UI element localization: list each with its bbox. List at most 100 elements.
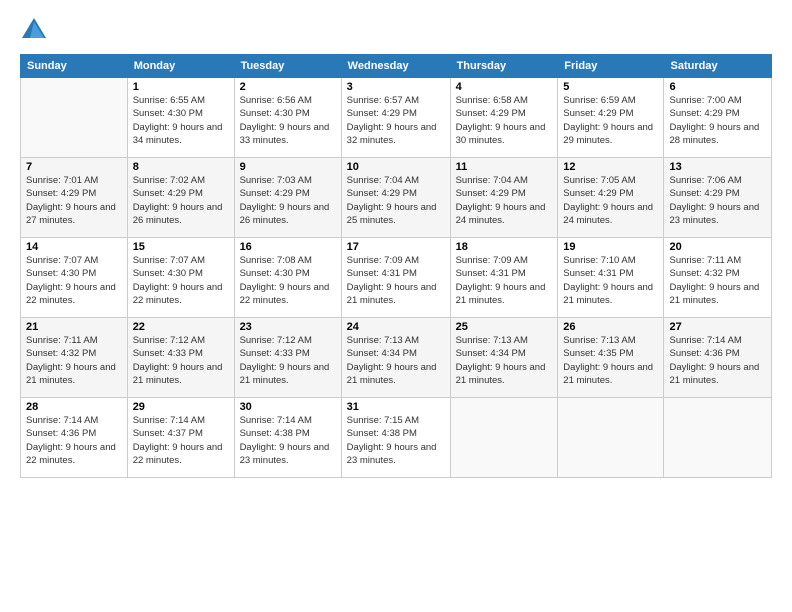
calendar-cell: 20Sunrise: 7:11 AM Sunset: 4:32 PM Dayli…	[664, 238, 772, 318]
calendar-cell: 7Sunrise: 7:01 AM Sunset: 4:29 PM Daylig…	[21, 158, 128, 238]
day-number: 24	[347, 321, 445, 333]
day-info: Sunrise: 6:56 AM Sunset: 4:30 PM Dayligh…	[240, 94, 336, 147]
logo	[20, 16, 52, 44]
day-number: 13	[669, 161, 766, 173]
day-info: Sunrise: 7:05 AM Sunset: 4:29 PM Dayligh…	[563, 174, 658, 227]
calendar-cell	[664, 398, 772, 478]
day-info: Sunrise: 7:07 AM Sunset: 4:30 PM Dayligh…	[26, 254, 122, 307]
calendar-week-1: 1Sunrise: 6:55 AM Sunset: 4:30 PM Daylig…	[21, 78, 772, 158]
day-info: Sunrise: 7:12 AM Sunset: 4:33 PM Dayligh…	[240, 334, 336, 387]
logo-icon	[20, 16, 48, 44]
calendar-header-monday: Monday	[127, 55, 234, 78]
calendar-cell: 31Sunrise: 7:15 AM Sunset: 4:38 PM Dayli…	[341, 398, 450, 478]
calendar-week-5: 28Sunrise: 7:14 AM Sunset: 4:36 PM Dayli…	[21, 398, 772, 478]
day-info: Sunrise: 6:58 AM Sunset: 4:29 PM Dayligh…	[456, 94, 553, 147]
header	[20, 16, 772, 44]
day-number: 22	[133, 321, 229, 333]
day-number: 6	[669, 81, 766, 93]
calendar-header-wednesday: Wednesday	[341, 55, 450, 78]
day-number: 25	[456, 321, 553, 333]
calendar-cell: 3Sunrise: 6:57 AM Sunset: 4:29 PM Daylig…	[341, 78, 450, 158]
calendar-cell: 8Sunrise: 7:02 AM Sunset: 4:29 PM Daylig…	[127, 158, 234, 238]
calendar-cell: 16Sunrise: 7:08 AM Sunset: 4:30 PM Dayli…	[234, 238, 341, 318]
day-info: Sunrise: 7:14 AM Sunset: 4:38 PM Dayligh…	[240, 414, 336, 467]
calendar-cell: 27Sunrise: 7:14 AM Sunset: 4:36 PM Dayli…	[664, 318, 772, 398]
day-number: 15	[133, 241, 229, 253]
calendar-cell: 10Sunrise: 7:04 AM Sunset: 4:29 PM Dayli…	[341, 158, 450, 238]
day-info: Sunrise: 7:12 AM Sunset: 4:33 PM Dayligh…	[133, 334, 229, 387]
calendar-cell: 13Sunrise: 7:06 AM Sunset: 4:29 PM Dayli…	[664, 158, 772, 238]
calendar-cell: 24Sunrise: 7:13 AM Sunset: 4:34 PM Dayli…	[341, 318, 450, 398]
day-info: Sunrise: 7:13 AM Sunset: 4:34 PM Dayligh…	[347, 334, 445, 387]
day-info: Sunrise: 7:04 AM Sunset: 4:29 PM Dayligh…	[456, 174, 553, 227]
calendar-cell: 29Sunrise: 7:14 AM Sunset: 4:37 PM Dayli…	[127, 398, 234, 478]
day-info: Sunrise: 7:02 AM Sunset: 4:29 PM Dayligh…	[133, 174, 229, 227]
calendar-cell: 26Sunrise: 7:13 AM Sunset: 4:35 PM Dayli…	[558, 318, 664, 398]
calendar-week-2: 7Sunrise: 7:01 AM Sunset: 4:29 PM Daylig…	[21, 158, 772, 238]
day-number: 27	[669, 321, 766, 333]
day-number: 30	[240, 401, 336, 413]
day-info: Sunrise: 6:55 AM Sunset: 4:30 PM Dayligh…	[133, 94, 229, 147]
day-number: 28	[26, 401, 122, 413]
day-info: Sunrise: 7:11 AM Sunset: 4:32 PM Dayligh…	[26, 334, 122, 387]
day-info: Sunrise: 7:01 AM Sunset: 4:29 PM Dayligh…	[26, 174, 122, 227]
day-info: Sunrise: 7:07 AM Sunset: 4:30 PM Dayligh…	[133, 254, 229, 307]
day-number: 3	[347, 81, 445, 93]
day-number: 21	[26, 321, 122, 333]
calendar-cell: 22Sunrise: 7:12 AM Sunset: 4:33 PM Dayli…	[127, 318, 234, 398]
calendar-cell: 21Sunrise: 7:11 AM Sunset: 4:32 PM Dayli…	[21, 318, 128, 398]
calendar-header-sunday: Sunday	[21, 55, 128, 78]
calendar-week-3: 14Sunrise: 7:07 AM Sunset: 4:30 PM Dayli…	[21, 238, 772, 318]
day-number: 9	[240, 161, 336, 173]
calendar-cell: 28Sunrise: 7:14 AM Sunset: 4:36 PM Dayli…	[21, 398, 128, 478]
calendar-cell: 4Sunrise: 6:58 AM Sunset: 4:29 PM Daylig…	[450, 78, 558, 158]
day-number: 19	[563, 241, 658, 253]
calendar-cell: 17Sunrise: 7:09 AM Sunset: 4:31 PM Dayli…	[341, 238, 450, 318]
day-number: 5	[563, 81, 658, 93]
calendar-header-tuesday: Tuesday	[234, 55, 341, 78]
day-info: Sunrise: 6:59 AM Sunset: 4:29 PM Dayligh…	[563, 94, 658, 147]
page: SundayMondayTuesdayWednesdayThursdayFrid…	[0, 0, 792, 612]
day-number: 14	[26, 241, 122, 253]
day-info: Sunrise: 7:14 AM Sunset: 4:36 PM Dayligh…	[669, 334, 766, 387]
day-info: Sunrise: 7:13 AM Sunset: 4:35 PM Dayligh…	[563, 334, 658, 387]
day-number: 1	[133, 81, 229, 93]
calendar-cell: 23Sunrise: 7:12 AM Sunset: 4:33 PM Dayli…	[234, 318, 341, 398]
day-number: 26	[563, 321, 658, 333]
day-info: Sunrise: 7:14 AM Sunset: 4:37 PM Dayligh…	[133, 414, 229, 467]
calendar-cell: 1Sunrise: 6:55 AM Sunset: 4:30 PM Daylig…	[127, 78, 234, 158]
day-number: 8	[133, 161, 229, 173]
day-info: Sunrise: 7:00 AM Sunset: 4:29 PM Dayligh…	[669, 94, 766, 147]
day-number: 10	[347, 161, 445, 173]
day-number: 2	[240, 81, 336, 93]
calendar-header-row: SundayMondayTuesdayWednesdayThursdayFrid…	[21, 55, 772, 78]
calendar-cell: 9Sunrise: 7:03 AM Sunset: 4:29 PM Daylig…	[234, 158, 341, 238]
calendar-cell: 11Sunrise: 7:04 AM Sunset: 4:29 PM Dayli…	[450, 158, 558, 238]
day-number: 20	[669, 241, 766, 253]
calendar-cell: 5Sunrise: 6:59 AM Sunset: 4:29 PM Daylig…	[558, 78, 664, 158]
calendar-header-friday: Friday	[558, 55, 664, 78]
day-info: Sunrise: 7:09 AM Sunset: 4:31 PM Dayligh…	[347, 254, 445, 307]
day-info: Sunrise: 7:03 AM Sunset: 4:29 PM Dayligh…	[240, 174, 336, 227]
day-number: 23	[240, 321, 336, 333]
calendar-cell: 6Sunrise: 7:00 AM Sunset: 4:29 PM Daylig…	[664, 78, 772, 158]
day-number: 29	[133, 401, 229, 413]
day-info: Sunrise: 7:09 AM Sunset: 4:31 PM Dayligh…	[456, 254, 553, 307]
calendar-cell: 14Sunrise: 7:07 AM Sunset: 4:30 PM Dayli…	[21, 238, 128, 318]
day-number: 12	[563, 161, 658, 173]
calendar-cell: 12Sunrise: 7:05 AM Sunset: 4:29 PM Dayli…	[558, 158, 664, 238]
day-info: Sunrise: 6:57 AM Sunset: 4:29 PM Dayligh…	[347, 94, 445, 147]
day-info: Sunrise: 7:13 AM Sunset: 4:34 PM Dayligh…	[456, 334, 553, 387]
day-number: 4	[456, 81, 553, 93]
day-info: Sunrise: 7:14 AM Sunset: 4:36 PM Dayligh…	[26, 414, 122, 467]
day-number: 17	[347, 241, 445, 253]
calendar-cell: 30Sunrise: 7:14 AM Sunset: 4:38 PM Dayli…	[234, 398, 341, 478]
calendar-cell	[450, 398, 558, 478]
day-number: 11	[456, 161, 553, 173]
calendar-week-4: 21Sunrise: 7:11 AM Sunset: 4:32 PM Dayli…	[21, 318, 772, 398]
calendar-cell: 18Sunrise: 7:09 AM Sunset: 4:31 PM Dayli…	[450, 238, 558, 318]
day-number: 18	[456, 241, 553, 253]
calendar-cell: 2Sunrise: 6:56 AM Sunset: 4:30 PM Daylig…	[234, 78, 341, 158]
day-info: Sunrise: 7:04 AM Sunset: 4:29 PM Dayligh…	[347, 174, 445, 227]
calendar-cell	[558, 398, 664, 478]
